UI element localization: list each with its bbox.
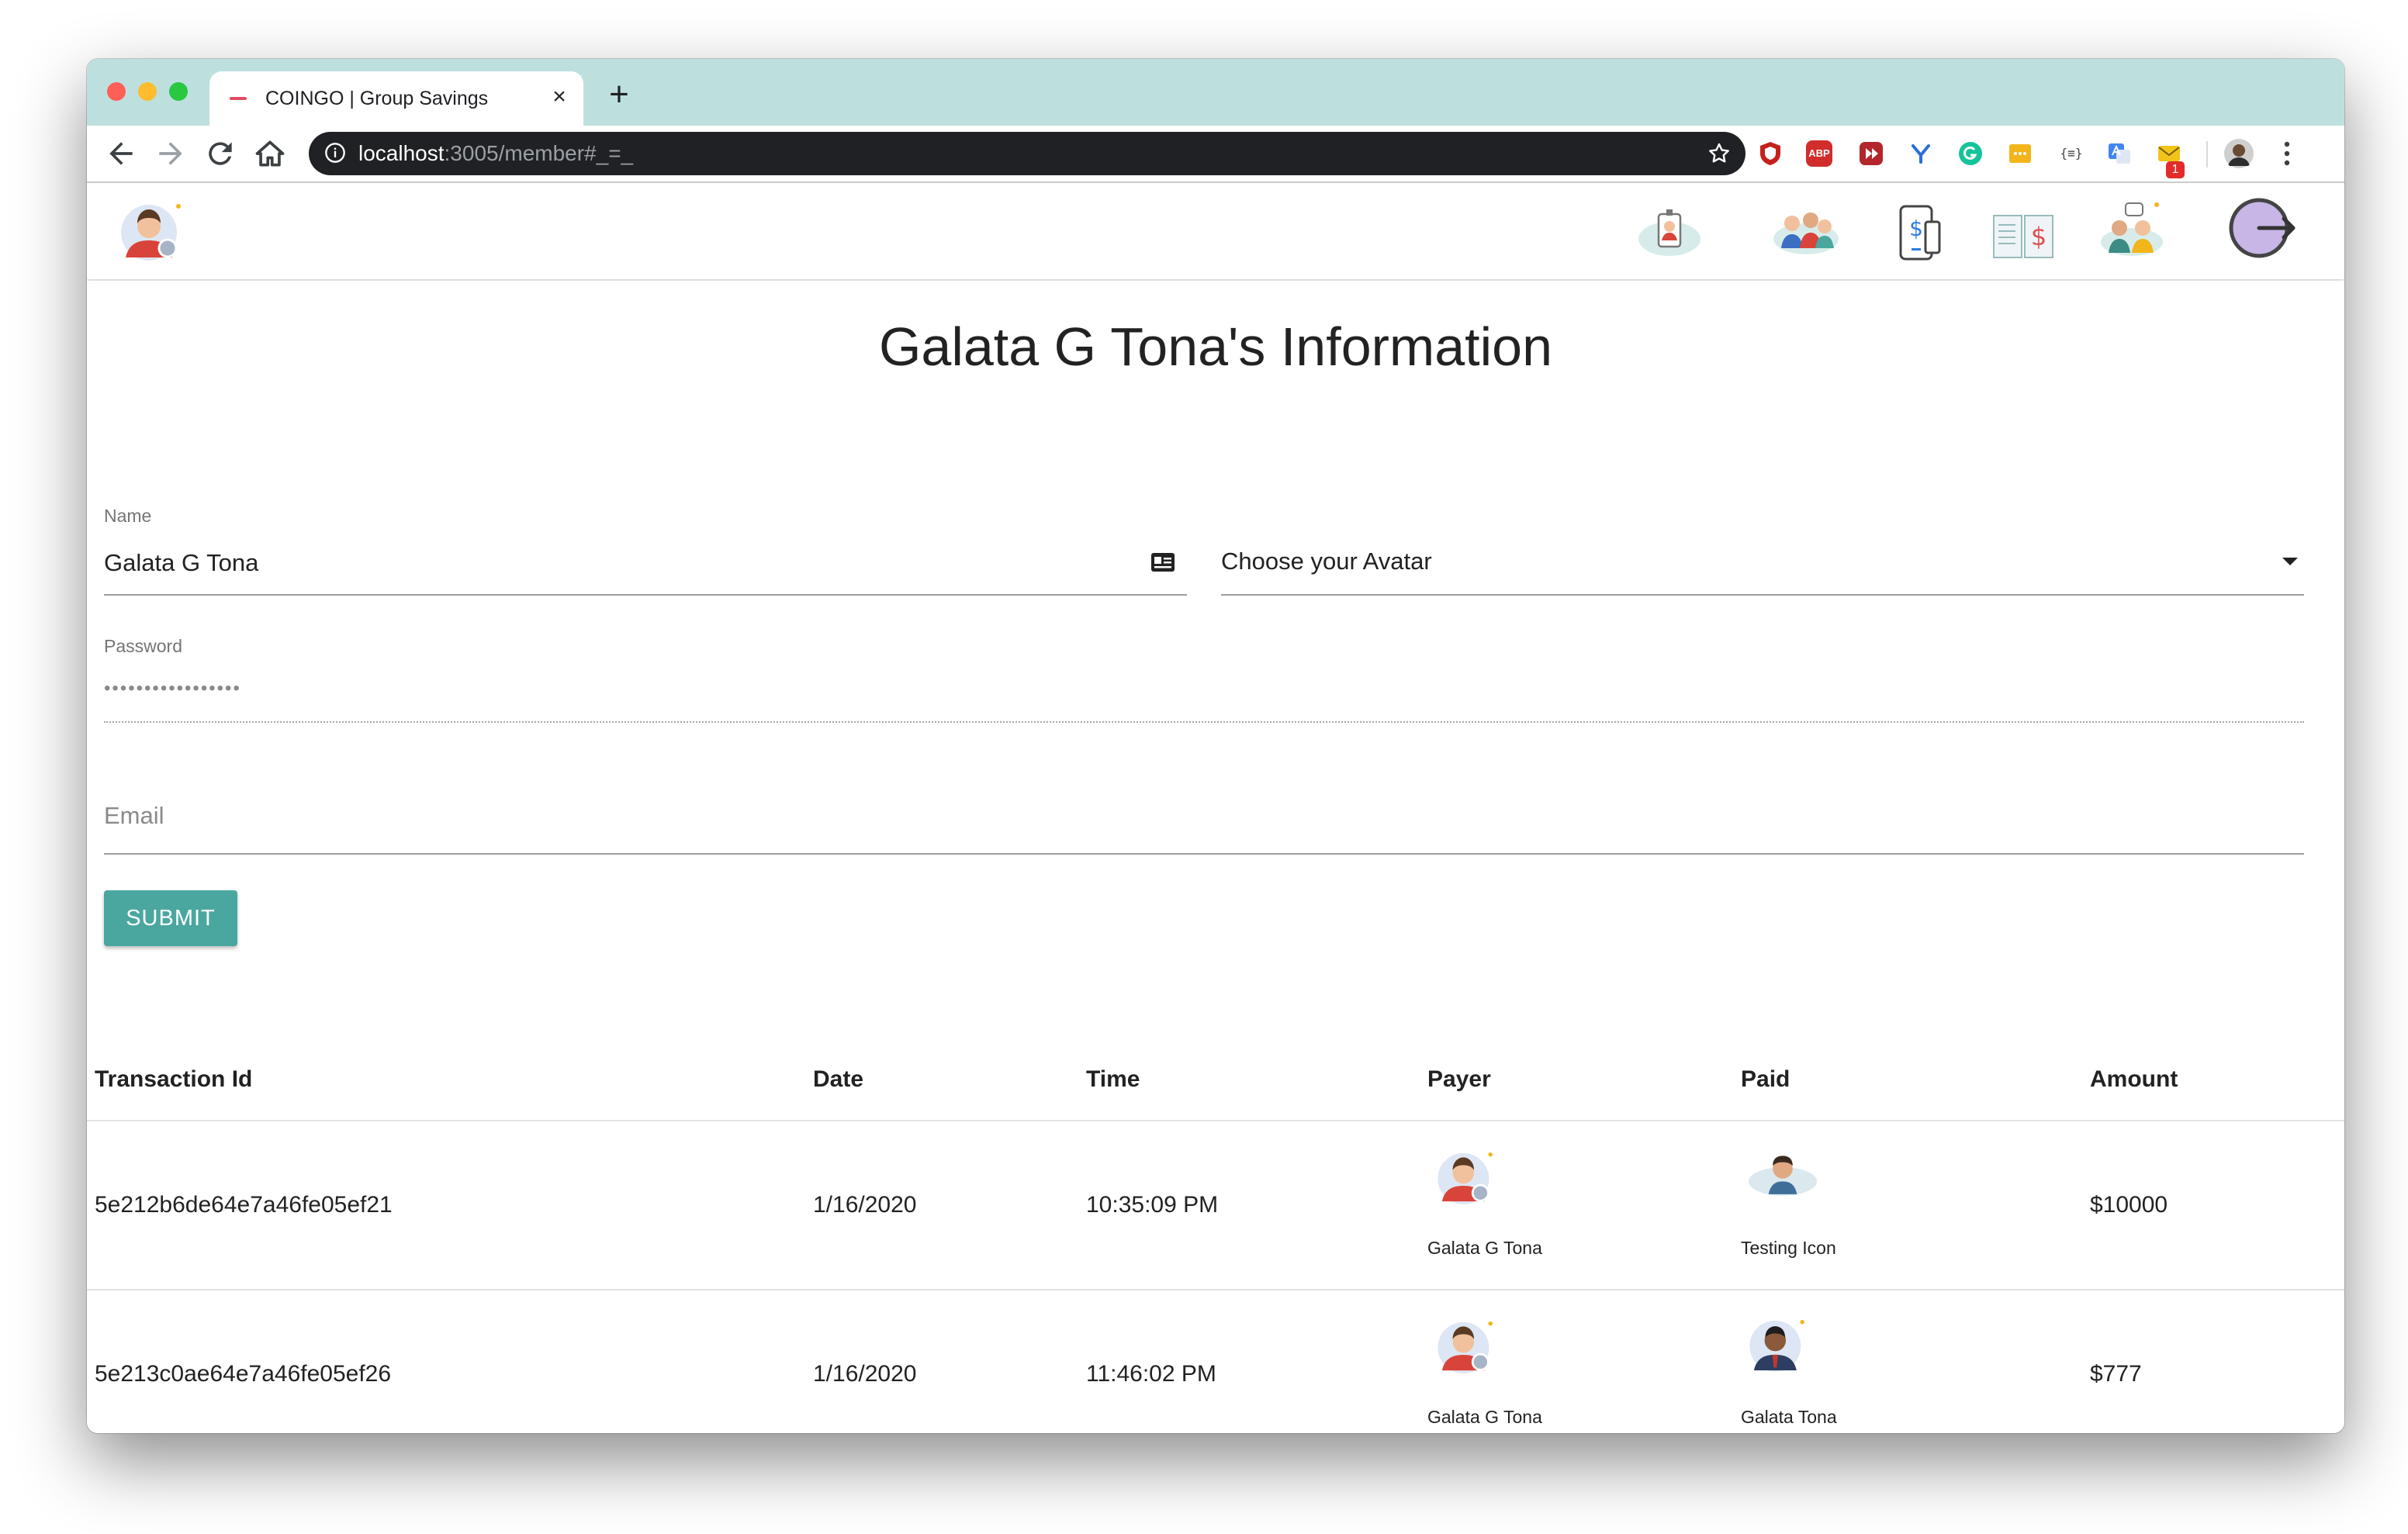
tab-strip: COINGO | Group Savings × + [87,59,2344,126]
url-path: :3005/member#_=_ [444,141,634,165]
password-input[interactable]: ••••••••••••••••• [104,678,241,700]
reload-icon[interactable] [203,136,237,171]
id-card-icon [1151,553,1175,572]
time-cell: 11:46:02 PM [1086,1361,1216,1387]
forward-icon[interactable] [154,136,188,171]
payer-avatar-icon [1438,1321,1493,1373]
phone-payment-icon[interactable]: $ [1884,195,1958,270]
minimize-window-button[interactable] [138,82,157,101]
browser-window: COINGO | Group Savings × + localhost:300… [87,59,2344,1433]
grammarly-icon[interactable] [1956,140,1984,168]
bookmark-star-icon[interactable] [1707,141,1732,166]
mail-count-badge: 1 [2166,161,2185,178]
url-host: localhost [358,141,445,165]
ublock-icon[interactable] [1756,140,1784,168]
maximize-window-button[interactable] [169,82,188,101]
tab-title: COINGO | Group Savings [265,88,489,109]
header-paid: Paid [1741,1066,1790,1092]
address-bar[interactable]: localhost:3005/member#_=_ [309,132,1745,175]
payer-avatar-icon [1438,1152,1493,1204]
json-formatter-icon[interactable]: {≡} [2053,140,2090,168]
avatar-underline [1221,594,2304,596]
media-extension-icon[interactable] [1857,140,1885,168]
toolbar-divider [2206,141,2208,168]
home-icon[interactable] [253,136,287,171]
tab-close-icon[interactable]: × [548,82,571,112]
group-members-icon[interactable] [1769,192,1843,267]
name-input[interactable]: Galata G Tona [104,549,258,577]
header-time: Time [1086,1066,1140,1092]
date-cell: 1/16/2020 [813,1361,917,1387]
profile-avatar-icon[interactable] [2223,138,2254,169]
user-avatar-icon[interactable] [115,194,189,268]
transaction-id-cell: 5e213c0ae64e7a46fe05ef26 [95,1361,392,1387]
email-input[interactable]: Email [104,802,164,830]
svg-text:$: $ [1909,216,1923,241]
y-extension-icon[interactable] [1907,140,1935,168]
back-icon[interactable] [104,136,138,171]
member-badge-icon[interactable] [1632,194,1707,268]
amount-cell: $10000 [2090,1192,2168,1218]
info-icon[interactable] [324,142,346,164]
amount-cell: $777 [2090,1361,2142,1387]
svg-text:$: $ [2031,222,2046,251]
password-label: Password [104,636,182,656]
paid-name: Galata Tona [1741,1407,1837,1427]
time-cell: 10:35:09 PM [1086,1192,1219,1218]
date-cell: 1/16/2020 [813,1192,917,1218]
browser-toolbar: localhost:3005/member#_=_ ABP {≡} 1 [87,126,2344,183]
name-label: Name [104,506,152,526]
name-underline [104,594,1187,596]
notes-extension-icon[interactable] [2006,140,2034,168]
adblock-plus-icon[interactable]: ABP [1806,140,1832,167]
avatar-select[interactable]: Choose your Avatar [1221,548,1432,575]
header-amount: Amount [2090,1066,2178,1092]
submit-button[interactable]: SUBMIT [104,890,237,946]
browser-tab[interactable]: COINGO | Group Savings × [209,71,583,126]
payer-name: Galata G Tona [1427,1407,1542,1427]
window-controls [107,82,188,101]
logout-icon[interactable] [2225,192,2299,267]
email-underline [104,853,2304,855]
member-info-page: Galata G Tona's Information Name Galata … [87,281,2344,1433]
new-tab-button[interactable]: + [602,76,636,113]
paid-name: Testing Icon [1741,1238,1836,1258]
header-payer: Payer [1427,1066,1491,1092]
payer-name: Galata G Tona [1427,1238,1542,1258]
header-transaction-id: Transaction Id [95,1066,253,1092]
abp-label: ABP [1808,147,1830,159]
page-title: Galata G Tona's Information [878,316,1553,377]
ledger-book-icon[interactable]: $ [1986,197,2060,271]
transaction-id-cell: 5e212b6de64e7a46fe05ef21 [95,1192,393,1218]
close-window-button[interactable] [107,82,126,101]
paid-avatar-icon [1749,1319,1804,1372]
password-underline [104,721,2304,723]
paid-avatar-icon [1749,1156,1817,1196]
browser-menu-icon[interactable] [2282,138,2292,169]
translate-icon[interactable] [2105,140,2133,168]
favicon-icon [230,97,247,100]
url-text[interactable]: localhost:3005/member#_=_ [358,140,633,168]
header-date: Date [813,1066,864,1092]
app-navbar: $ $ [87,183,2344,279]
dropdown-arrow-icon[interactable] [2281,554,2299,568]
chat-people-icon[interactable] [2095,192,2169,267]
table-divider [87,1120,2344,1121]
row-divider [87,1289,2344,1290]
